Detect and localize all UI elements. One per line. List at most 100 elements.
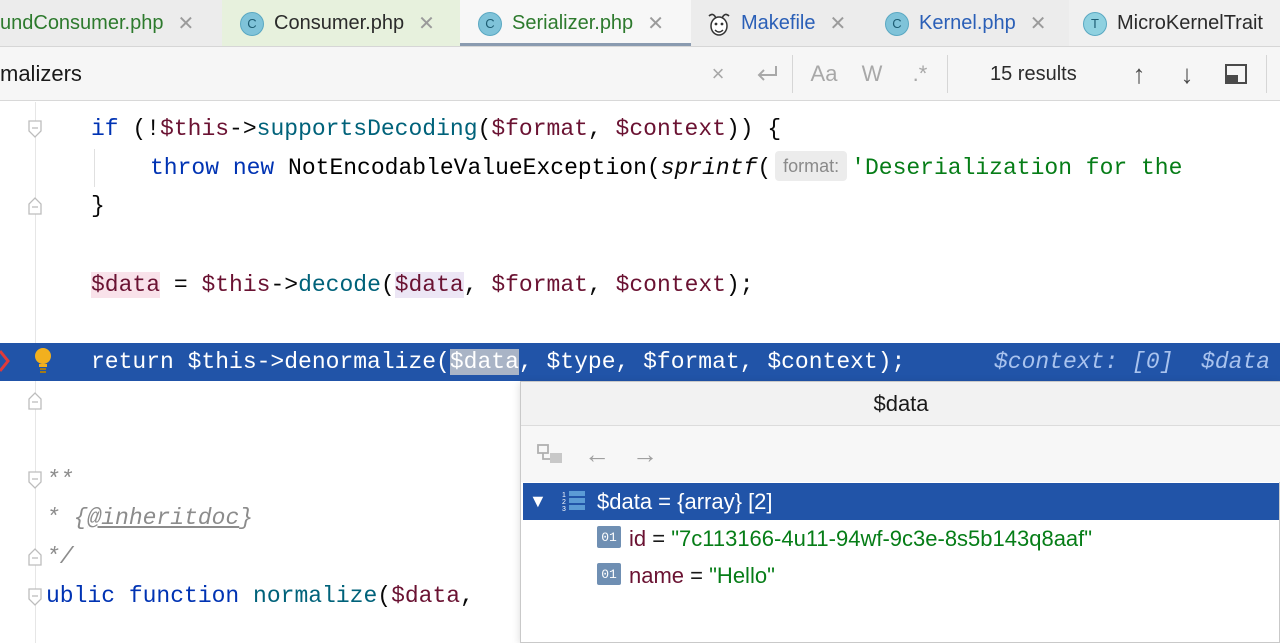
trait-icon: T bbox=[1083, 11, 1107, 36]
tab-label: Makefile bbox=[741, 12, 816, 34]
doc-comment: { bbox=[73, 505, 88, 531]
node-name: name bbox=[629, 562, 685, 588]
tree-node-id[interactable]: 01 id = "7c113166-4u11-94wf-9c3e-8s5b143… bbox=[523, 520, 1279, 557]
keyword: ublic function bbox=[46, 583, 240, 609]
code-token: )) { bbox=[725, 116, 782, 142]
code-line: $data = $this->decode($data, $format, $c… bbox=[0, 266, 1280, 304]
breakpoint-icon[interactable] bbox=[0, 349, 14, 373]
string-literal: 'Deserialization for the bbox=[851, 155, 1183, 181]
code-token: ( bbox=[380, 272, 395, 298]
variable: $context bbox=[615, 116, 726, 142]
code-token: } bbox=[91, 193, 105, 219]
variable: $this bbox=[201, 272, 271, 298]
code-line: if (!$this->supportsDecoding($format, $c… bbox=[0, 110, 1280, 148]
variable: $data bbox=[391, 583, 461, 609]
tab-makefile[interactable]: Makefile ✕ bbox=[691, 0, 865, 46]
svg-text:3: 3 bbox=[562, 506, 566, 513]
svg-text:1: 1 bbox=[562, 492, 566, 499]
separator bbox=[947, 55, 948, 93]
variable: $format bbox=[491, 272, 588, 298]
gnu-icon bbox=[708, 13, 730, 36]
separator bbox=[1266, 55, 1267, 93]
code-token: , bbox=[587, 272, 616, 298]
variable: $format bbox=[491, 116, 588, 142]
code-token: return $this->denormalize( bbox=[91, 349, 450, 375]
tab-label: Consumer.php bbox=[274, 12, 405, 34]
class-icon: C bbox=[240, 11, 264, 36]
tab-undconsumer[interactable]: undConsumer.php ✕ bbox=[0, 0, 222, 46]
code-token: , $type, $format, $context); bbox=[518, 349, 906, 375]
close-icon[interactable]: ✕ bbox=[647, 11, 664, 36]
tab-microkerneltrait[interactable]: T MicroKernelTrait bbox=[1069, 0, 1280, 46]
primitive-icon: 01 bbox=[597, 526, 621, 548]
variable: $this bbox=[160, 116, 230, 142]
tab-consumer[interactable]: C Consumer.php ✕ bbox=[222, 0, 460, 46]
tab-serializer[interactable]: C Serializer.php ✕ bbox=[460, 0, 691, 46]
separator bbox=[792, 55, 793, 93]
keyword: if bbox=[91, 116, 119, 142]
code-token: -> bbox=[229, 116, 257, 142]
code-token: , bbox=[587, 116, 616, 142]
variable: $context bbox=[615, 272, 726, 298]
code-line: throw new NotEncodableValueException(spr… bbox=[0, 149, 1280, 187]
code-token: , bbox=[460, 583, 474, 609]
keyword: throw bbox=[150, 155, 220, 181]
close-icon[interactable]: ✕ bbox=[418, 11, 435, 36]
execution-point-line: return $this->denormalize($data, $type, … bbox=[0, 343, 1280, 381]
code-token: ( bbox=[757, 155, 772, 181]
class-icon: C bbox=[885, 11, 909, 36]
function-name: normalize bbox=[239, 583, 378, 609]
tab-label: MicroKernelTrait bbox=[1117, 12, 1263, 34]
code-token: ); bbox=[725, 272, 754, 298]
code-token: = bbox=[160, 272, 202, 298]
tree-node-name[interactable]: 01 name = "Hello" bbox=[523, 557, 1279, 594]
node-eq: = bbox=[652, 488, 678, 514]
close-icon[interactable]: ✕ bbox=[829, 11, 846, 36]
node-name: $data bbox=[597, 488, 653, 514]
regex-button[interactable]: .* bbox=[904, 47, 936, 101]
code-token: ( bbox=[377, 583, 392, 609]
node-value: "Hello" bbox=[709, 562, 775, 588]
code-token: ( bbox=[477, 116, 492, 142]
popup-title: $data bbox=[521, 382, 1280, 426]
tab-label: undConsumer.php bbox=[0, 12, 164, 34]
variable: $data bbox=[394, 272, 464, 298]
code-line: } bbox=[0, 187, 1280, 225]
filter-icon[interactable] bbox=[1218, 47, 1254, 101]
doc-tag: @inheritdoc bbox=[87, 505, 240, 531]
close-icon[interactable]: ✕ bbox=[1030, 11, 1047, 36]
code-token: , bbox=[463, 272, 492, 298]
debug-value-popup[interactable]: $data ← → ▼ 1 2 3 $data = {array} [2] 01… bbox=[520, 381, 1280, 643]
copy-tree-icon[interactable] bbox=[533, 436, 569, 472]
close-icon[interactable]: ✕ bbox=[177, 11, 194, 36]
tab-label: Kernel.php bbox=[919, 12, 1016, 34]
class-name: NotEncodableValueException( bbox=[274, 155, 661, 181]
node-eq: = bbox=[646, 525, 672, 551]
variable: $data bbox=[91, 272, 161, 298]
match-case-button[interactable]: Aa bbox=[806, 47, 842, 101]
forward-button[interactable]: → bbox=[627, 436, 663, 472]
expand-triangle-icon[interactable]: ▼ bbox=[529, 483, 547, 520]
editor-tab-bar: undConsumer.php ✕ C Consumer.php ✕ C Ser… bbox=[0, 0, 1280, 47]
node-value: {array} [2] bbox=[677, 488, 773, 514]
doc-comment: } bbox=[239, 505, 254, 531]
class-icon: C bbox=[478, 11, 502, 36]
search-input[interactable] bbox=[0, 47, 700, 101]
function-name: sprintf bbox=[660, 155, 758, 181]
inline-debug-values: $context: [0] $data bbox=[994, 349, 1271, 375]
clear-search-icon[interactable]: × bbox=[704, 47, 732, 101]
previous-occurrence-button[interactable]: ↑ bbox=[1122, 47, 1156, 101]
whole-words-button[interactable]: W bbox=[856, 47, 888, 101]
lightbulb-icon[interactable] bbox=[34, 346, 52, 374]
function-name: supportsDecoding bbox=[256, 116, 478, 142]
next-occurrence-button[interactable]: ↓ bbox=[1170, 47, 1204, 101]
parameter-hint: format: bbox=[775, 151, 848, 181]
array-icon: 1 2 3 bbox=[562, 491, 585, 513]
new-line-icon[interactable] bbox=[750, 47, 784, 101]
doc-comment: */ bbox=[46, 544, 74, 570]
tree-node-data[interactable]: ▼ 1 2 3 $data = {array} [2] bbox=[523, 483, 1279, 520]
back-button[interactable]: ← bbox=[579, 436, 615, 472]
keyword: new bbox=[219, 155, 275, 181]
tab-kernel[interactable]: C Kernel.php ✕ bbox=[865, 0, 1069, 46]
tab-label: Serializer.php bbox=[512, 12, 634, 34]
